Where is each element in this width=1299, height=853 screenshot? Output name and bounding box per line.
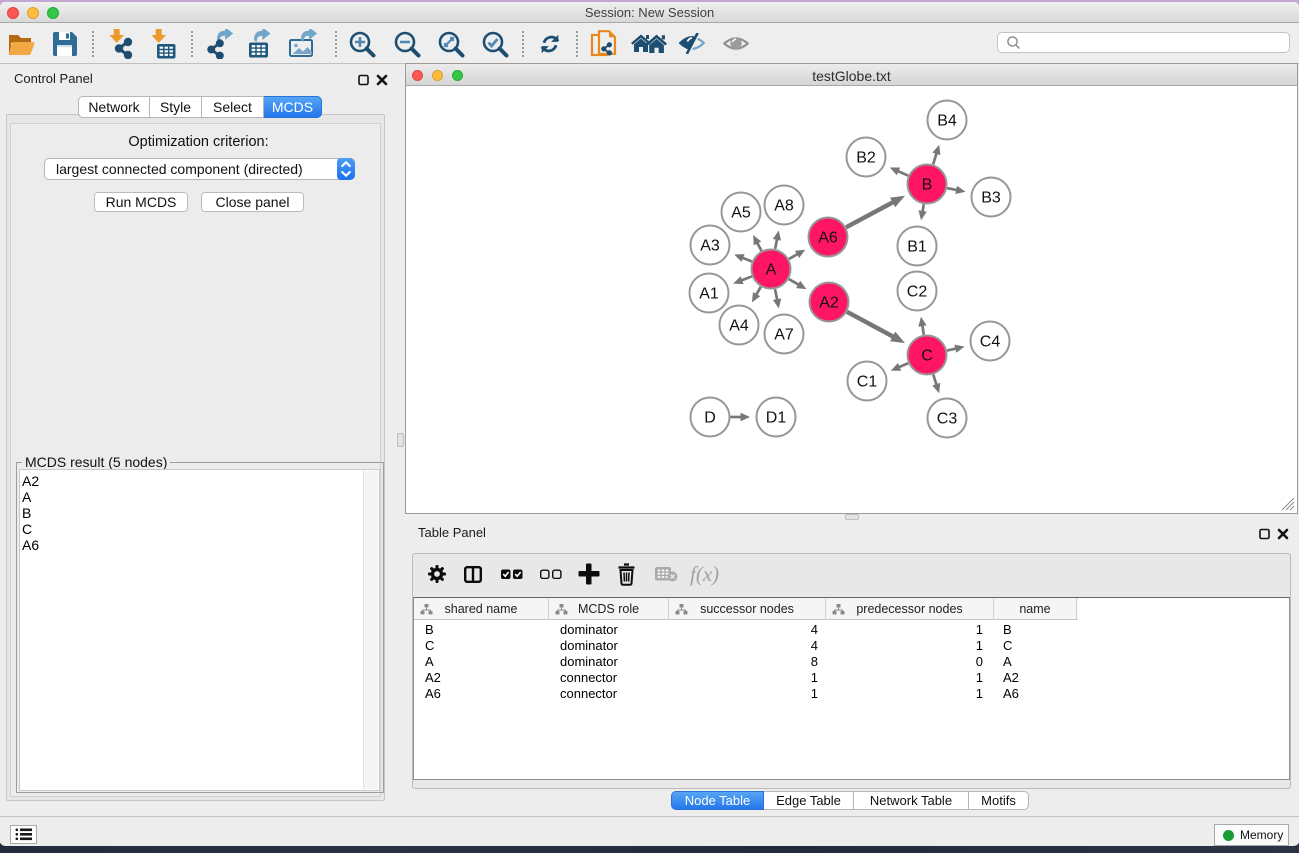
svg-text:B2: B2 <box>856 150 876 167</box>
svg-text:B4: B4 <box>937 113 957 130</box>
svg-text:A8: A8 <box>774 198 794 215</box>
svg-text:A5: A5 <box>731 205 751 222</box>
svg-text:D: D <box>704 410 716 427</box>
svg-text:B: B <box>922 177 933 194</box>
svg-text:A1: A1 <box>699 286 719 303</box>
svg-text:C: C <box>921 348 933 365</box>
svg-text:D1: D1 <box>766 410 787 427</box>
svg-text:A4: A4 <box>729 318 749 335</box>
svg-text:C2: C2 <box>907 284 928 301</box>
svg-text:C1: C1 <box>857 374 878 391</box>
svg-text:C3: C3 <box>937 411 958 428</box>
svg-text:A6: A6 <box>818 230 838 247</box>
svg-text:A: A <box>766 262 777 279</box>
svg-text:A2: A2 <box>819 295 839 312</box>
svg-text:A7: A7 <box>774 327 794 344</box>
svg-text:B3: B3 <box>981 190 1001 207</box>
svg-text:C4: C4 <box>980 334 1001 351</box>
svg-text:B1: B1 <box>907 239 927 256</box>
svg-text:A3: A3 <box>700 238 720 255</box>
